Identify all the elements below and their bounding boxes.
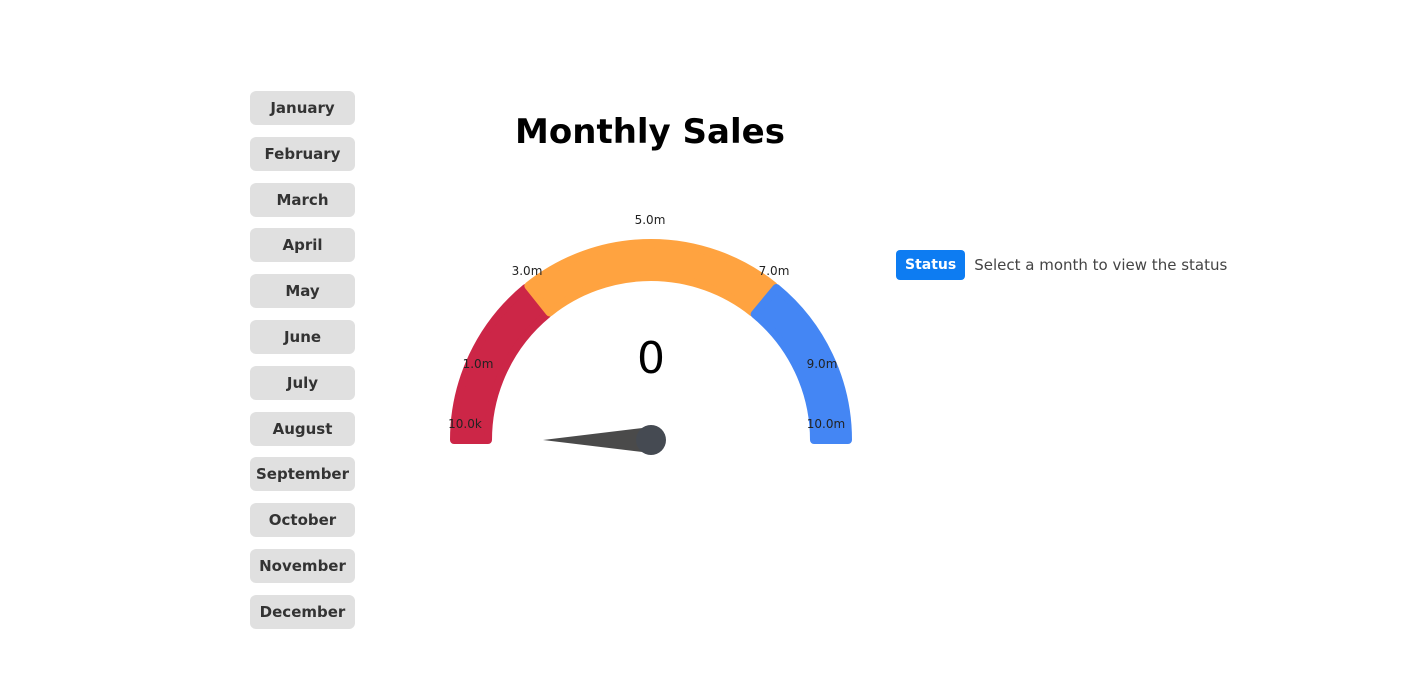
gauge-tick-label: 10.0k	[448, 417, 482, 431]
status-message: Select a month to view the status	[974, 256, 1228, 274]
month-list: January February March April May June July Augu…	[250, 91, 355, 641]
gauge-tick-label: 3.0m	[512, 264, 543, 278]
month-button-august[interactable]: August	[250, 411, 355, 446]
gauge-tick-label: 5.0m	[635, 213, 666, 227]
month-button-january[interactable]: January	[250, 91, 355, 125]
status-row: Status Select a month to view the status	[896, 250, 1227, 280]
gauge-value: 0	[637, 333, 665, 384]
gauge-tick-label: 7.0m	[759, 264, 790, 278]
month-button-december[interactable]: December	[250, 594, 355, 629]
gauge-needle-pointer	[543, 427, 651, 453]
month-button-june[interactable]: June	[250, 319, 355, 354]
month-button-february[interactable]: February	[250, 136, 355, 171]
month-button-october[interactable]: October	[250, 503, 355, 538]
gauge-tick-label: 9.0m	[807, 357, 838, 371]
month-button-april[interactable]: April	[250, 228, 355, 263]
month-button-november[interactable]: November	[250, 548, 355, 583]
sales-gauge: 10.0k 1.0m 3.0m 5.0m 7.0m 9.0m 10.0m 0	[448, 213, 852, 455]
gauge-tick-label: 10.0m	[807, 417, 845, 431]
status-badge: Status	[896, 250, 966, 280]
gauge-needle	[543, 425, 666, 455]
chart-title: Monthly Sales	[515, 112, 785, 152]
month-button-may[interactable]: May	[250, 274, 355, 309]
month-button-july[interactable]: July	[250, 365, 355, 400]
month-button-september[interactable]: September	[250, 457, 355, 492]
gauge-band-2	[524, 239, 778, 317]
gauge-needle-hub	[636, 425, 666, 455]
month-button-march[interactable]: March	[250, 182, 355, 217]
gauge-tick-label: 1.0m	[463, 357, 494, 371]
